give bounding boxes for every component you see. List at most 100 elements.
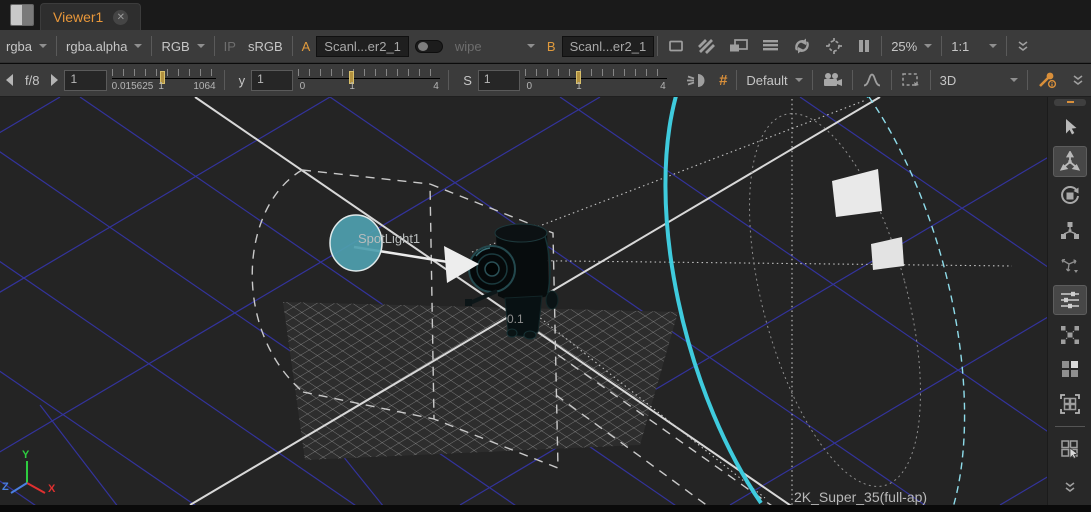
axis-x-label: X	[48, 483, 56, 495]
collapse-toolbar-icon[interactable]	[1065, 74, 1091, 87]
gain-stop-label[interactable]: f/8	[19, 73, 45, 88]
frame-view-tool[interactable]	[1053, 388, 1087, 419]
divider	[56, 36, 57, 56]
viewer-toolbar-top: rgba rgba.alpha RGB IP sRGB A Scanl...er…	[0, 30, 1091, 63]
input-process-button[interactable]: IP	[218, 39, 242, 54]
saturation-label: S	[457, 73, 478, 88]
proxy-ratio-dropdown[interactable]: 1:1	[945, 39, 1003, 54]
gain-next-button[interactable]	[45, 74, 64, 86]
arrow-left-icon	[6, 74, 13, 86]
divider	[852, 70, 853, 90]
divider	[891, 70, 892, 90]
roi-target-icon[interactable]	[818, 37, 850, 55]
lut-dropdown[interactable]: Default	[740, 73, 808, 88]
chevron-down-icon	[197, 44, 205, 48]
marquee-select-icon[interactable]	[895, 72, 927, 88]
gain-prev-button[interactable]	[0, 74, 19, 86]
light-ring-back[interactable]	[761, 97, 965, 505]
divider	[224, 70, 225, 90]
rotate-tool[interactable]	[1053, 181, 1087, 212]
collapse-sidebar-icon[interactable]	[1053, 472, 1087, 503]
divider	[1006, 36, 1007, 56]
channels-dropdown[interactable]: rgba	[0, 39, 53, 54]
pause-button[interactable]	[850, 38, 878, 54]
origin-scale-label: 0.1	[507, 312, 524, 326]
view-mode-dropdown[interactable]: 3D	[934, 73, 1024, 88]
card-geometry-1[interactable]	[832, 169, 882, 217]
axis-z-label: Z	[2, 481, 9, 493]
display-channels-dropdown[interactable]: RGB	[155, 39, 210, 54]
wipe-toggle[interactable]	[409, 40, 449, 53]
zoom-level-dropdown[interactable]: 25%	[885, 39, 938, 54]
tab-title: Viewer1	[53, 9, 103, 25]
chevron-down-icon	[527, 44, 535, 48]
viewport-3d[interactable]: SpotLight1 0.1 2K_Super_35(full-ap) Y X …	[0, 97, 1047, 505]
overlay-panels-icon[interactable]	[722, 38, 755, 54]
view-transform-button[interactable]: sRGB	[242, 39, 289, 54]
window-bottom-edge	[0, 505, 1091, 512]
gain-input[interactable]: 1	[64, 70, 106, 91]
stack-lines-icon[interactable]	[755, 38, 786, 54]
quad-view-tool[interactable]	[1053, 354, 1087, 385]
nuke-viewer-panel: Viewer1 ✕ rgba rgba.alpha RGB IP sRGB A …	[0, 0, 1091, 512]
divider	[448, 70, 449, 90]
gain-region-icon[interactable]	[661, 38, 691, 54]
divider	[214, 36, 215, 56]
a-buffer-input[interactable]: Scanl...er2_1	[316, 36, 409, 57]
refresh-icon[interactable]	[786, 37, 818, 55]
chevron-down-icon	[924, 44, 932, 48]
gain-slider[interactable]: 0.015625 1 1064	[112, 66, 216, 94]
translate-tool[interactable]	[1053, 146, 1087, 177]
gamma-input[interactable]: 1	[251, 70, 293, 91]
divider	[812, 70, 813, 90]
saturation-input[interactable]: 1	[478, 70, 520, 91]
b-buffer-label: B	[541, 39, 562, 54]
saturation-slider[interactable]: 0 1 4	[525, 66, 667, 94]
axis-y-label: Y	[22, 449, 30, 461]
format-label: 2K_Super_35(full-ap)	[794, 489, 927, 505]
b-buffer-input[interactable]: Scanl...er2_1	[562, 36, 655, 57]
lock-camera-icon[interactable]	[816, 72, 849, 88]
divider	[1027, 70, 1028, 90]
panel-layout-icon[interactable]	[10, 4, 34, 26]
arrow-right-icon	[51, 74, 58, 86]
color-sampler-icon[interactable]	[1031, 71, 1065, 89]
scale-hierarchy-tool[interactable]	[1053, 215, 1087, 246]
chevron-down-icon	[1010, 78, 1018, 82]
viewer-toolbar-bottom: f/8 1 0.015625 1 1064 y 1 0 1 4 S 1 0 1 …	[0, 64, 1091, 97]
chevron-down-icon	[989, 44, 997, 48]
axis-transform-tool[interactable]	[1053, 250, 1087, 281]
divider	[736, 70, 737, 90]
layout-links-tool[interactable]	[1053, 319, 1087, 350]
divider	[1055, 426, 1085, 427]
checkerboard-stripes-icon[interactable]	[691, 38, 722, 54]
tab-close-icon[interactable]: ✕	[113, 10, 128, 25]
light-ring-front[interactable]	[665, 97, 869, 503]
gamma-slider[interactable]: 0 1 4	[298, 66, 440, 94]
divider	[881, 36, 882, 56]
lighting-toggle-icon[interactable]	[679, 73, 713, 88]
divider	[151, 36, 152, 56]
grid-select-tool[interactable]	[1053, 434, 1087, 465]
wipe-handles-tool[interactable]	[1053, 285, 1087, 316]
panel-splitter-handle[interactable]	[1054, 99, 1086, 106]
card-geometry-2[interactable]	[871, 237, 904, 270]
wireframe-grid-toggle[interactable]: #	[713, 72, 733, 89]
chevron-down-icon	[39, 44, 47, 48]
a-buffer-label: A	[296, 39, 317, 54]
viewer-side-toolbar	[1047, 97, 1091, 505]
wipe-mode-dropdown[interactable]: wipe	[449, 39, 541, 54]
chevron-down-icon	[795, 78, 803, 82]
select-cursor-tool[interactable]	[1053, 112, 1087, 143]
spotlight-label: SpotLight1	[358, 231, 420, 246]
chevron-down-icon	[134, 44, 142, 48]
divider	[930, 70, 931, 90]
spotlight-ground-grid	[283, 302, 678, 460]
tab-bar: Viewer1 ✕	[0, 0, 1091, 30]
divider	[941, 36, 942, 56]
tab-viewer1[interactable]: Viewer1 ✕	[40, 3, 141, 30]
collapse-toolbar-icon[interactable]	[1010, 40, 1036, 53]
divider	[292, 36, 293, 56]
filter-curve-icon[interactable]	[856, 72, 888, 88]
layer-dropdown[interactable]: rgba.alpha	[60, 39, 148, 54]
